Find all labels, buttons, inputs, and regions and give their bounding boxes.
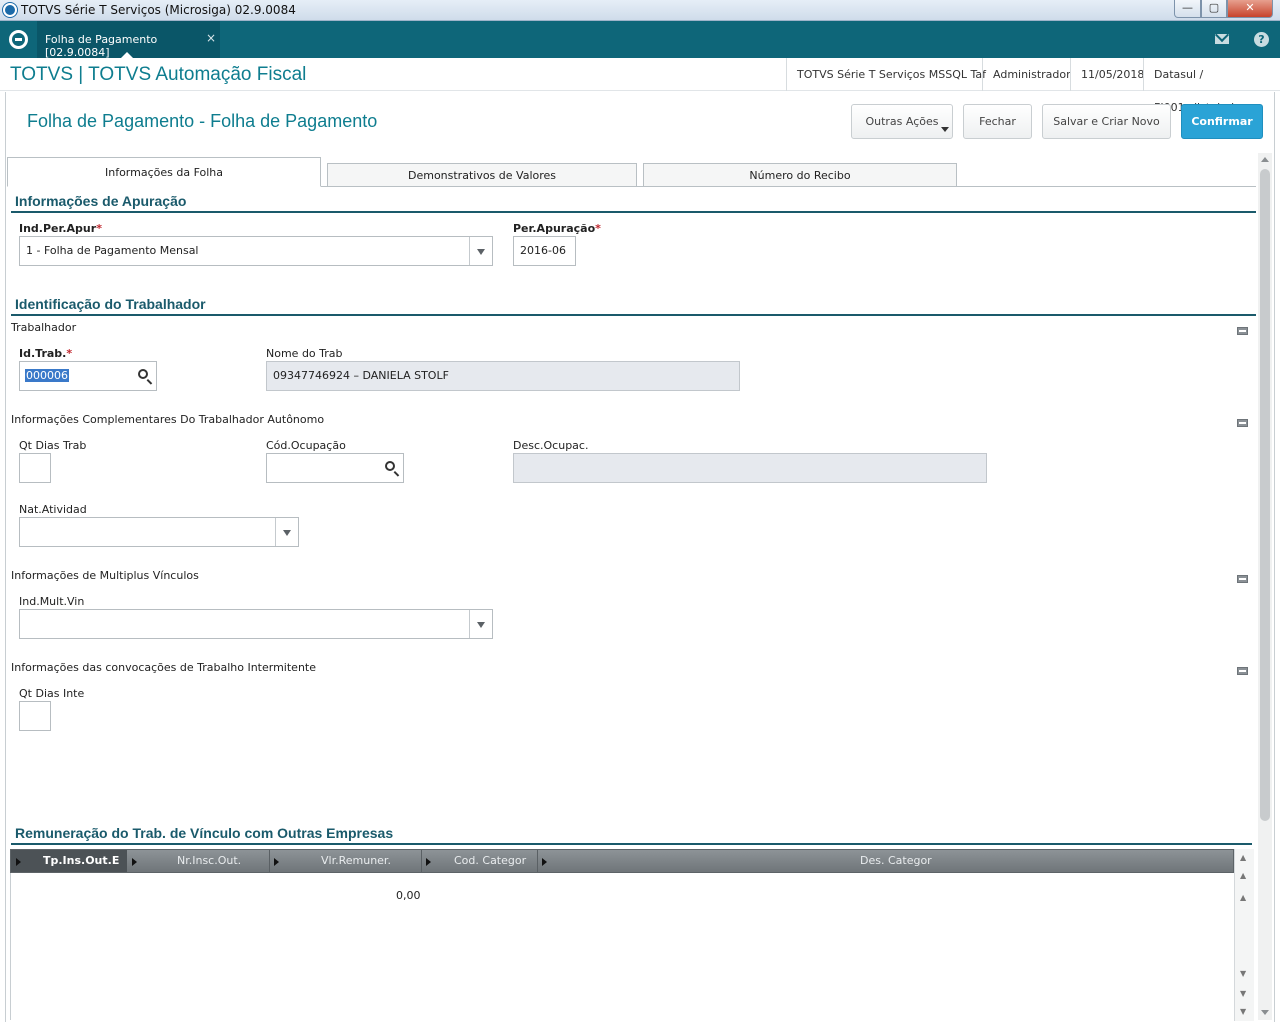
group-multiplos-label: Informações de Multiplus Vínculos bbox=[11, 569, 199, 582]
chevron-down-icon[interactable] bbox=[469, 237, 492, 265]
column-arrow-icon bbox=[274, 858, 279, 866]
id-trab-input[interactable]: 000006 bbox=[19, 361, 157, 391]
grid-header-cod-categor[interactable]: Cod. Categor bbox=[454, 850, 526, 872]
grid-header: Tp.Ins.Out.E Nr.Insc.Out. Vlr.Remuner. C… bbox=[10, 849, 1234, 873]
per-apuracao-input[interactable]: 2016-06 bbox=[513, 236, 576, 266]
search-icon[interactable] bbox=[138, 369, 148, 379]
date-label: 11/05/2018 bbox=[1070, 58, 1144, 91]
confirm-button[interactable]: Confirmar bbox=[1181, 104, 1263, 139]
collapse-icon[interactable] bbox=[1237, 419, 1248, 427]
scroll-down-icon[interactable] bbox=[1261, 1010, 1269, 1015]
scroll-down-icon[interactable]: ▼ bbox=[1240, 969, 1246, 978]
grid-column-separator bbox=[421, 850, 422, 872]
totvs-logo-icon[interactable] bbox=[9, 30, 28, 49]
ind-per-apur-value: 1 - Folha de Pagamento Mensal bbox=[26, 244, 199, 257]
qt-dias-inte-input[interactable] bbox=[19, 701, 51, 731]
group-trabalhador-label: Trabalhador bbox=[11, 321, 77, 334]
page-scrollbar[interactable] bbox=[1258, 153, 1272, 1020]
section-remuneracao-title: Remuneração do Trab. de Vínculo com Outr… bbox=[15, 825, 394, 841]
qt-dias-inte-label: Qt Dias Inte bbox=[19, 687, 85, 700]
section-trabalhador-title: Identificação do Trabalhador bbox=[15, 296, 206, 312]
help-icon[interactable]: ? bbox=[1254, 32, 1269, 47]
section-apuracao-title: Informações de Apuração bbox=[15, 193, 187, 209]
tab-folha-de-pagamento[interactable]: Folha de Pagamento [02.9.0084] × bbox=[37, 21, 220, 59]
ind-per-apur-label: Ind.Per.Apur* bbox=[19, 222, 102, 235]
close-button[interactable]: Fechar bbox=[963, 104, 1032, 139]
per-apuracao-label: Per.Apuração* bbox=[513, 222, 601, 235]
tab-demonstrativos-de-valores[interactable]: Demonstrativos de Valores bbox=[327, 163, 637, 187]
group-autonomo-label: Informações Complementares Do Trabalhado… bbox=[11, 413, 325, 426]
tab-numero-do-recibo[interactable]: Número do Recibo bbox=[643, 163, 957, 187]
scroll-page-up-icon[interactable]: ▲ bbox=[1240, 871, 1246, 880]
ind-mult-vin-select[interactable] bbox=[19, 609, 493, 639]
cod-ocupacao-input[interactable] bbox=[266, 453, 404, 483]
column-arrow-icon bbox=[542, 858, 547, 866]
grid-header-des-categor[interactable]: Des. Categor bbox=[860, 850, 932, 872]
grid-column-separator bbox=[537, 850, 538, 872]
id-trab-label: Id.Trab.* bbox=[19, 347, 73, 360]
column-arrow-icon bbox=[426, 858, 431, 866]
page-title: Folha de Pagamento - Folha de Pagamento bbox=[27, 111, 378, 131]
section-divider bbox=[11, 211, 1256, 213]
grid-header-vlr-remuner[interactable]: Vlr.Remuner. bbox=[321, 850, 391, 872]
nome-trab-label: Nome do Trab bbox=[266, 347, 343, 360]
save-new-button[interactable]: Salvar e Criar Novo bbox=[1042, 104, 1171, 139]
desc-ocupac-label: Desc.Ocupac. bbox=[513, 439, 589, 452]
column-arrow-icon bbox=[16, 858, 21, 866]
nat-atividad-select[interactable] bbox=[19, 517, 299, 547]
grid-scrollbar[interactable]: ▲ ▲ ▲ ▼ ▼ ▼ bbox=[1234, 849, 1254, 1021]
grid-header-tp-ins[interactable]: Tp.Ins.Out.E bbox=[11, 850, 127, 872]
tab-close-icon[interactable]: × bbox=[206, 31, 216, 45]
scroll-bottom-icon[interactable]: ▼ bbox=[1240, 1007, 1246, 1016]
scroll-up-icon[interactable]: ▲ bbox=[1240, 893, 1246, 902]
nome-trab-field: 09347746924 – DANIELA STOLF bbox=[266, 361, 740, 391]
ind-per-apur-select[interactable]: 1 - Folha de Pagamento Mensal bbox=[19, 236, 493, 266]
section-divider bbox=[11, 314, 1256, 316]
qt-dias-trab-input[interactable] bbox=[19, 453, 51, 483]
maximize-button[interactable]: ▢ bbox=[1201, 0, 1227, 18]
company-label: Datasul / FI001_distr.ind bbox=[1143, 58, 1280, 114]
section-divider bbox=[11, 843, 1252, 845]
grid-body bbox=[10, 873, 1234, 1020]
scroll-up-icon[interactable] bbox=[1261, 157, 1269, 162]
environment-label: TOTVS Série T Serviços MSSQL Taf bbox=[786, 58, 986, 91]
collapse-icon[interactable] bbox=[1237, 327, 1248, 335]
qt-dias-trab-label: Qt Dias Trab bbox=[19, 439, 87, 452]
other-actions-label: Outras Ações bbox=[865, 115, 939, 128]
chevron-down-icon[interactable] bbox=[469, 610, 492, 638]
tab-informacoes-da-folha[interactable]: Informações da Folha bbox=[7, 157, 321, 187]
chevron-down-icon bbox=[941, 127, 949, 132]
header-bar: TOTVS | TOTVS Automação Fiscal TOTVS Sér… bbox=[0, 58, 1280, 114]
window-title: TOTVS Série T Serviços (Microsiga) 02.9.… bbox=[21, 3, 296, 17]
brand-title: TOTVS | TOTVS Automação Fiscal bbox=[10, 64, 307, 85]
scroll-top-icon[interactable]: ▲ bbox=[1240, 853, 1246, 862]
collapse-icon[interactable] bbox=[1237, 667, 1248, 675]
chevron-down-icon[interactable] bbox=[275, 518, 298, 546]
cod-ocupacao-label: Cód.Ocupação bbox=[266, 439, 346, 452]
app-icon bbox=[3, 3, 17, 17]
desc-ocupac-field bbox=[513, 453, 987, 483]
window-titlebar: TOTVS Série T Serviços (Microsiga) 02.9.… bbox=[0, 0, 1280, 21]
collapse-icon[interactable] bbox=[1237, 575, 1248, 583]
grid-header-nr-insc[interactable]: Nr.Insc.Out. bbox=[177, 850, 241, 872]
id-trab-value: 000006 bbox=[25, 369, 69, 382]
grid-column-separator bbox=[269, 850, 270, 872]
scroll-page-down-icon[interactable]: ▼ bbox=[1240, 989, 1246, 998]
column-arrow-icon bbox=[132, 858, 137, 866]
grid-cell-vlr-remuner[interactable]: 0,00 bbox=[396, 889, 421, 902]
group-intermitente-label: Informações das convocações de Trabalho … bbox=[11, 661, 316, 674]
ind-mult-vin-label: Ind.Mult.Vin bbox=[19, 595, 85, 608]
search-icon[interactable] bbox=[385, 461, 395, 471]
user-label: Administrador bbox=[982, 58, 1071, 91]
app-bar: Folha de Pagamento [02.9.0084] × ? bbox=[0, 21, 1280, 59]
minimize-button[interactable]: — bbox=[1174, 0, 1201, 18]
close-window-button[interactable]: ✕ bbox=[1227, 0, 1273, 18]
scrollbar-thumb[interactable] bbox=[1260, 169, 1270, 821]
nat-atividad-label: Nat.Atividad bbox=[19, 503, 87, 516]
other-actions-button[interactable]: Outras Ações bbox=[851, 104, 953, 139]
mail-icon[interactable] bbox=[1215, 34, 1229, 44]
